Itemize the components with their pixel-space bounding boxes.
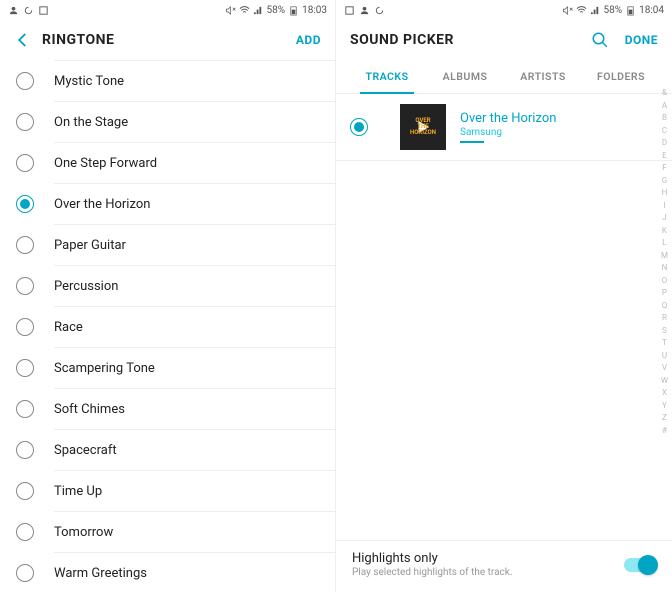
ringtone-item[interactable]: Race — [0, 307, 335, 347]
radio-icon[interactable] — [16, 441, 34, 459]
track-title: Over the Horizon — [460, 111, 556, 126]
sound-picker-screen: 58% 18:04 SOUND PICKER DONE TRACKS ALBUM… — [336, 0, 672, 592]
screenshot-icon — [38, 5, 49, 16]
ringtone-item[interactable]: Paper Guitar — [0, 225, 335, 265]
ringtone-list: Mystic Tone On the Stage One Step Forwar… — [0, 60, 335, 592]
signal-icon — [590, 5, 601, 16]
signal-icon — [253, 5, 264, 16]
tab-folders[interactable]: FOLDERS — [582, 60, 660, 93]
sync-icon — [374, 5, 385, 16]
ringtone-label: One Step Forward — [54, 156, 157, 171]
battery-text: 58% — [604, 5, 623, 16]
clock-text: 18:03 — [302, 5, 327, 16]
ringtone-label: Mystic Tone — [54, 74, 124, 89]
radio-icon[interactable] — [350, 118, 368, 136]
radio-icon[interactable] — [16, 195, 34, 213]
tab-artists[interactable]: ARTISTS — [504, 60, 582, 93]
battery-icon — [625, 5, 636, 16]
radio-icon[interactable] — [16, 359, 34, 377]
ringtone-item[interactable]: Tomorrow — [0, 512, 335, 552]
ringtone-label: Tomorrow — [54, 525, 113, 540]
radio-icon[interactable] — [16, 564, 34, 582]
ringtone-screen: 58% 18:03 RINGTONE ADD Mystic Tone On th… — [0, 0, 336, 592]
radio-icon[interactable] — [16, 154, 34, 172]
track-artist: Samsung — [460, 127, 556, 138]
playback-progress — [460, 141, 484, 143]
ringtone-item[interactable]: Time Up — [0, 471, 335, 511]
tab-albums[interactable]: ALBUMS — [426, 60, 504, 93]
wifi-icon — [239, 5, 250, 16]
screenshot-icon — [344, 5, 355, 16]
wifi-icon — [576, 5, 587, 16]
index-scrubber[interactable]: &ABCDEFGHIJKLMNOPQRSTUVWXYZ# — [661, 88, 668, 435]
person-icon — [359, 5, 370, 16]
person-icon — [8, 5, 19, 16]
done-button[interactable]: DONE — [625, 33, 658, 47]
header: SOUND PICKER DONE — [336, 20, 672, 60]
radio-icon[interactable] — [16, 400, 34, 418]
tabs: TRACKS ALBUMS ARTISTS FOLDERS — [336, 60, 672, 94]
ringtone-item[interactable]: Mystic Tone — [0, 61, 335, 101]
highlights-title: Highlights only — [352, 551, 512, 566]
ringtone-item[interactable]: On the Stage — [0, 102, 335, 142]
page-title: RINGTONE — [42, 32, 114, 48]
ringtone-item[interactable]: One Step Forward — [0, 143, 335, 183]
battery-text: 58% — [267, 5, 286, 16]
ringtone-label: Percussion — [54, 279, 118, 294]
tab-tracks[interactable]: TRACKS — [348, 60, 426, 93]
highlights-sub: Play selected highlights of the track. — [352, 567, 512, 578]
ringtone-label: Spacecraft — [54, 443, 117, 458]
radio-icon[interactable] — [16, 277, 34, 295]
sync-icon — [23, 5, 34, 16]
ringtone-item[interactable]: Percussion — [0, 266, 335, 306]
battery-icon — [288, 5, 299, 16]
header: RINGTONE ADD — [0, 20, 335, 60]
radio-icon[interactable] — [16, 523, 34, 541]
radio-icon[interactable] — [16, 113, 34, 131]
search-icon[interactable] — [591, 31, 609, 49]
album-art[interactable]: OVERTHEHORIZON — [400, 104, 446, 150]
mute-icon — [225, 5, 236, 16]
mute-icon — [562, 5, 573, 16]
ringtone-label: Warm Greetings — [54, 566, 147, 581]
ringtone-label: Scampering Tone — [54, 361, 155, 376]
radio-icon[interactable] — [16, 236, 34, 254]
ringtone-label: Over the Horizon — [54, 197, 150, 212]
radio-icon[interactable] — [16, 318, 34, 336]
ringtone-item[interactable]: Spacecraft — [0, 430, 335, 470]
ringtone-label: Time Up — [54, 484, 102, 499]
status-bar: 58% 18:04 — [336, 0, 672, 20]
radio-icon[interactable] — [16, 72, 34, 90]
ringtone-label: Paper Guitar — [54, 238, 126, 253]
back-icon[interactable] — [14, 31, 32, 49]
status-bar: 58% 18:03 — [0, 0, 335, 20]
ringtone-label: Soft Chimes — [54, 402, 125, 417]
radio-icon[interactable] — [16, 482, 34, 500]
ringtone-label: On the Stage — [54, 115, 128, 130]
highlights-footer: Highlights only Play selected highlights… — [336, 540, 672, 592]
highlights-toggle[interactable] — [624, 558, 656, 572]
track-item[interactable]: OVERTHEHORIZON Over the Horizon Samsung — [336, 94, 672, 161]
clock-text: 18:04 — [639, 5, 664, 16]
ringtone-label: Race — [54, 320, 83, 335]
add-button[interactable]: ADD — [296, 33, 321, 47]
ringtone-item[interactable]: Soft Chimes — [0, 389, 335, 429]
ringtone-item[interactable]: Scampering Tone — [0, 348, 335, 388]
ringtone-item[interactable]: Over the Horizon — [0, 184, 335, 224]
ringtone-item[interactable]: Warm Greetings — [0, 553, 335, 592]
page-title: SOUND PICKER — [350, 32, 454, 48]
